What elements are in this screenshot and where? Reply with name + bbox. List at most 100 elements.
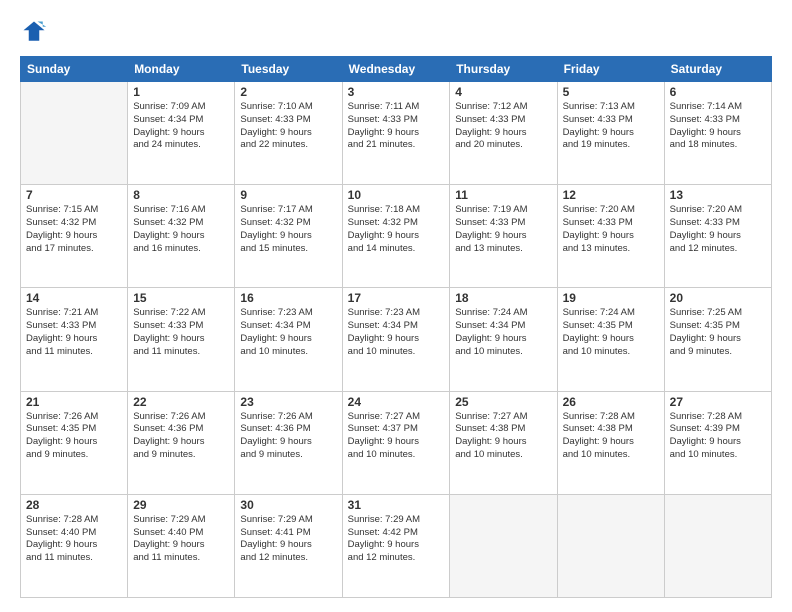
day-info: Sunrise: 7:12 AM Sunset: 4:33 PM Dayligh… [455,101,551,152]
calendar-week-3: 14 Sunrise: 7:21 AM Sunset: 4:33 PM Dayli… [21,288,772,391]
calendar-week-5: 28 Sunrise: 7:28 AM Sunset: 4:40 PM Dayli… [21,494,772,597]
day-number: 28 [26,498,122,512]
calendar-cell: 14 Sunrise: 7:21 AM Sunset: 4:33 PM Dayli… [21,288,128,391]
calendar-cell: 27 Sunrise: 7:28 AM Sunset: 4:39 PM Dayli… [664,391,771,494]
day-info: Sunrise: 7:27 AM Sunset: 4:37 PM Dayligh… [348,411,445,462]
day-info: Sunrise: 7:28 AM Sunset: 4:40 PM Dayligh… [26,514,122,565]
day-number: 12 [563,188,659,202]
calendar-cell: 24Sunrise: 7:27 AM Sunset: 4:37 PM Dayli… [342,391,450,494]
day-info: Sunrise: 7:28 AM Sunset: 4:39 PM Dayligh… [670,411,766,462]
day-info: Sunrise: 7:21 AM Sunset: 4:33 PM Dayligh… [26,307,122,358]
day-number: 17 [348,291,445,305]
calendar-cell: 26 Sunrise: 7:28 AM Sunset: 4:38 PM Dayli… [557,391,664,494]
calendar-cell: 21Sunrise: 7:26 AM Sunset: 4:35 PM Dayli… [21,391,128,494]
calendar-cell [21,82,128,185]
day-info: Sunrise: 7:11 AM Sunset: 4:33 PM Dayligh… [348,101,445,152]
day-info: Sunrise: 7:28 AM Sunset: 4:38 PM Dayligh… [563,411,659,462]
calendar-cell: 5 Sunrise: 7:13 AM Sunset: 4:33 PM Daylig… [557,82,664,185]
calendar-week-1: 1 Sunrise: 7:09 AM Sunset: 4:34 PM Daylig… [21,82,772,185]
day-number: 5 [563,85,659,99]
day-number: 25 [455,395,551,409]
calendar-cell: 1 Sunrise: 7:09 AM Sunset: 4:34 PM Daylig… [128,82,235,185]
day-number: 31 [348,498,445,512]
day-info: Sunrise: 7:19 AM Sunset: 4:33 PM Dayligh… [455,204,551,255]
day-info: Sunrise: 7:10 AM Sunset: 4:33 PM Dayligh… [240,101,336,152]
day-info: Sunrise: 7:14 AM Sunset: 4:33 PM Dayligh… [670,101,766,152]
day-info: Sunrise: 7:27 AM Sunset: 4:38 PM Dayligh… [455,411,551,462]
calendar-cell: 8Sunrise: 7:16 AM Sunset: 4:32 PM Daylig… [128,185,235,288]
day-number: 16 [240,291,336,305]
day-info: Sunrise: 7:26 AM Sunset: 4:36 PM Dayligh… [133,411,229,462]
day-info: Sunrise: 7:29 AM Sunset: 4:40 PM Dayligh… [133,514,229,565]
day-number: 6 [670,85,766,99]
calendar-header-saturday: Saturday [664,57,771,82]
day-number: 1 [133,85,229,99]
calendar-cell: 31Sunrise: 7:29 AM Sunset: 4:42 PM Dayli… [342,494,450,597]
calendar-header-wednesday: Wednesday [342,57,450,82]
day-number: 4 [455,85,551,99]
day-info: Sunrise: 7:17 AM Sunset: 4:32 PM Dayligh… [240,204,336,255]
day-info: Sunrise: 7:26 AM Sunset: 4:36 PM Dayligh… [240,411,336,462]
day-number: 9 [240,188,336,202]
calendar-cell: 6 Sunrise: 7:14 AM Sunset: 4:33 PM Daylig… [664,82,771,185]
calendar-cell: 12 Sunrise: 7:20 AM Sunset: 4:33 PM Dayli… [557,185,664,288]
calendar-cell: 29 Sunrise: 7:29 AM Sunset: 4:40 PM Dayli… [128,494,235,597]
day-number: 21 [26,395,122,409]
calendar-header-tuesday: Tuesday [235,57,342,82]
day-number: 26 [563,395,659,409]
calendar-cell: 28 Sunrise: 7:28 AM Sunset: 4:40 PM Dayli… [21,494,128,597]
calendar-cell: 9 Sunrise: 7:17 AM Sunset: 4:32 PM Daylig… [235,185,342,288]
day-info: Sunrise: 7:18 AM Sunset: 4:32 PM Dayligh… [348,204,445,255]
day-number: 2 [240,85,336,99]
logo-icon [20,18,48,46]
day-info: Sunrise: 7:22 AM Sunset: 4:33 PM Dayligh… [133,307,229,358]
day-number: 19 [563,291,659,305]
day-number: 8 [133,188,229,202]
calendar-cell: 2 Sunrise: 7:10 AM Sunset: 4:33 PM Daylig… [235,82,342,185]
calendar-cell: 23Sunrise: 7:26 AM Sunset: 4:36 PM Dayli… [235,391,342,494]
calendar-header-friday: Friday [557,57,664,82]
calendar-cell: 25 Sunrise: 7:27 AM Sunset: 4:38 PM Dayli… [450,391,557,494]
day-info: Sunrise: 7:29 AM Sunset: 4:41 PM Dayligh… [240,514,336,565]
day-info: Sunrise: 7:09 AM Sunset: 4:34 PM Dayligh… [133,101,229,152]
calendar-header-sunday: Sunday [21,57,128,82]
calendar-table: SundayMondayTuesdayWednesdayThursdayFrid… [20,56,772,598]
calendar-cell [557,494,664,597]
day-number: 15 [133,291,229,305]
day-number: 18 [455,291,551,305]
day-info: Sunrise: 7:23 AM Sunset: 4:34 PM Dayligh… [240,307,336,358]
day-number: 3 [348,85,445,99]
day-number: 29 [133,498,229,512]
header [20,18,772,46]
day-number: 22 [133,395,229,409]
calendar-cell: 11 Sunrise: 7:19 AM Sunset: 4:33 PM Dayli… [450,185,557,288]
day-info: Sunrise: 7:20 AM Sunset: 4:33 PM Dayligh… [563,204,659,255]
day-info: Sunrise: 7:20 AM Sunset: 4:33 PM Dayligh… [670,204,766,255]
calendar-cell: 30 Sunrise: 7:29 AM Sunset: 4:41 PM Dayli… [235,494,342,597]
calendar-cell: 20Sunrise: 7:25 AM Sunset: 4:35 PM Dayli… [664,288,771,391]
day-number: 14 [26,291,122,305]
calendar-cell: 16 Sunrise: 7:23 AM Sunset: 4:34 PM Dayli… [235,288,342,391]
calendar-cell [664,494,771,597]
day-number: 10 [348,188,445,202]
day-info: Sunrise: 7:23 AM Sunset: 4:34 PM Dayligh… [348,307,445,358]
day-info: Sunrise: 7:13 AM Sunset: 4:33 PM Dayligh… [563,101,659,152]
page: SundayMondayTuesdayWednesdayThursdayFrid… [0,0,792,612]
calendar-cell [450,494,557,597]
day-number: 11 [455,188,551,202]
calendar-cell: 15 Sunrise: 7:22 AM Sunset: 4:33 PM Dayli… [128,288,235,391]
calendar-cell: 19Sunrise: 7:24 AM Sunset: 4:35 PM Dayli… [557,288,664,391]
calendar-cell: 3 Sunrise: 7:11 AM Sunset: 4:33 PM Daylig… [342,82,450,185]
logo [20,18,50,46]
calendar-cell: 4 Sunrise: 7:12 AM Sunset: 4:33 PM Daylig… [450,82,557,185]
calendar-cell: 13Sunrise: 7:20 AM Sunset: 4:33 PM Dayli… [664,185,771,288]
day-info: Sunrise: 7:25 AM Sunset: 4:35 PM Dayligh… [670,307,766,358]
calendar-week-4: 21Sunrise: 7:26 AM Sunset: 4:35 PM Dayli… [21,391,772,494]
day-info: Sunrise: 7:15 AM Sunset: 4:32 PM Dayligh… [26,204,122,255]
day-number: 27 [670,395,766,409]
day-number: 7 [26,188,122,202]
day-number: 30 [240,498,336,512]
calendar-cell: 7 Sunrise: 7:15 AM Sunset: 4:32 PM Daylig… [21,185,128,288]
day-info: Sunrise: 7:24 AM Sunset: 4:34 PM Dayligh… [455,307,551,358]
calendar-header-row: SundayMondayTuesdayWednesdayThursdayFrid… [21,57,772,82]
